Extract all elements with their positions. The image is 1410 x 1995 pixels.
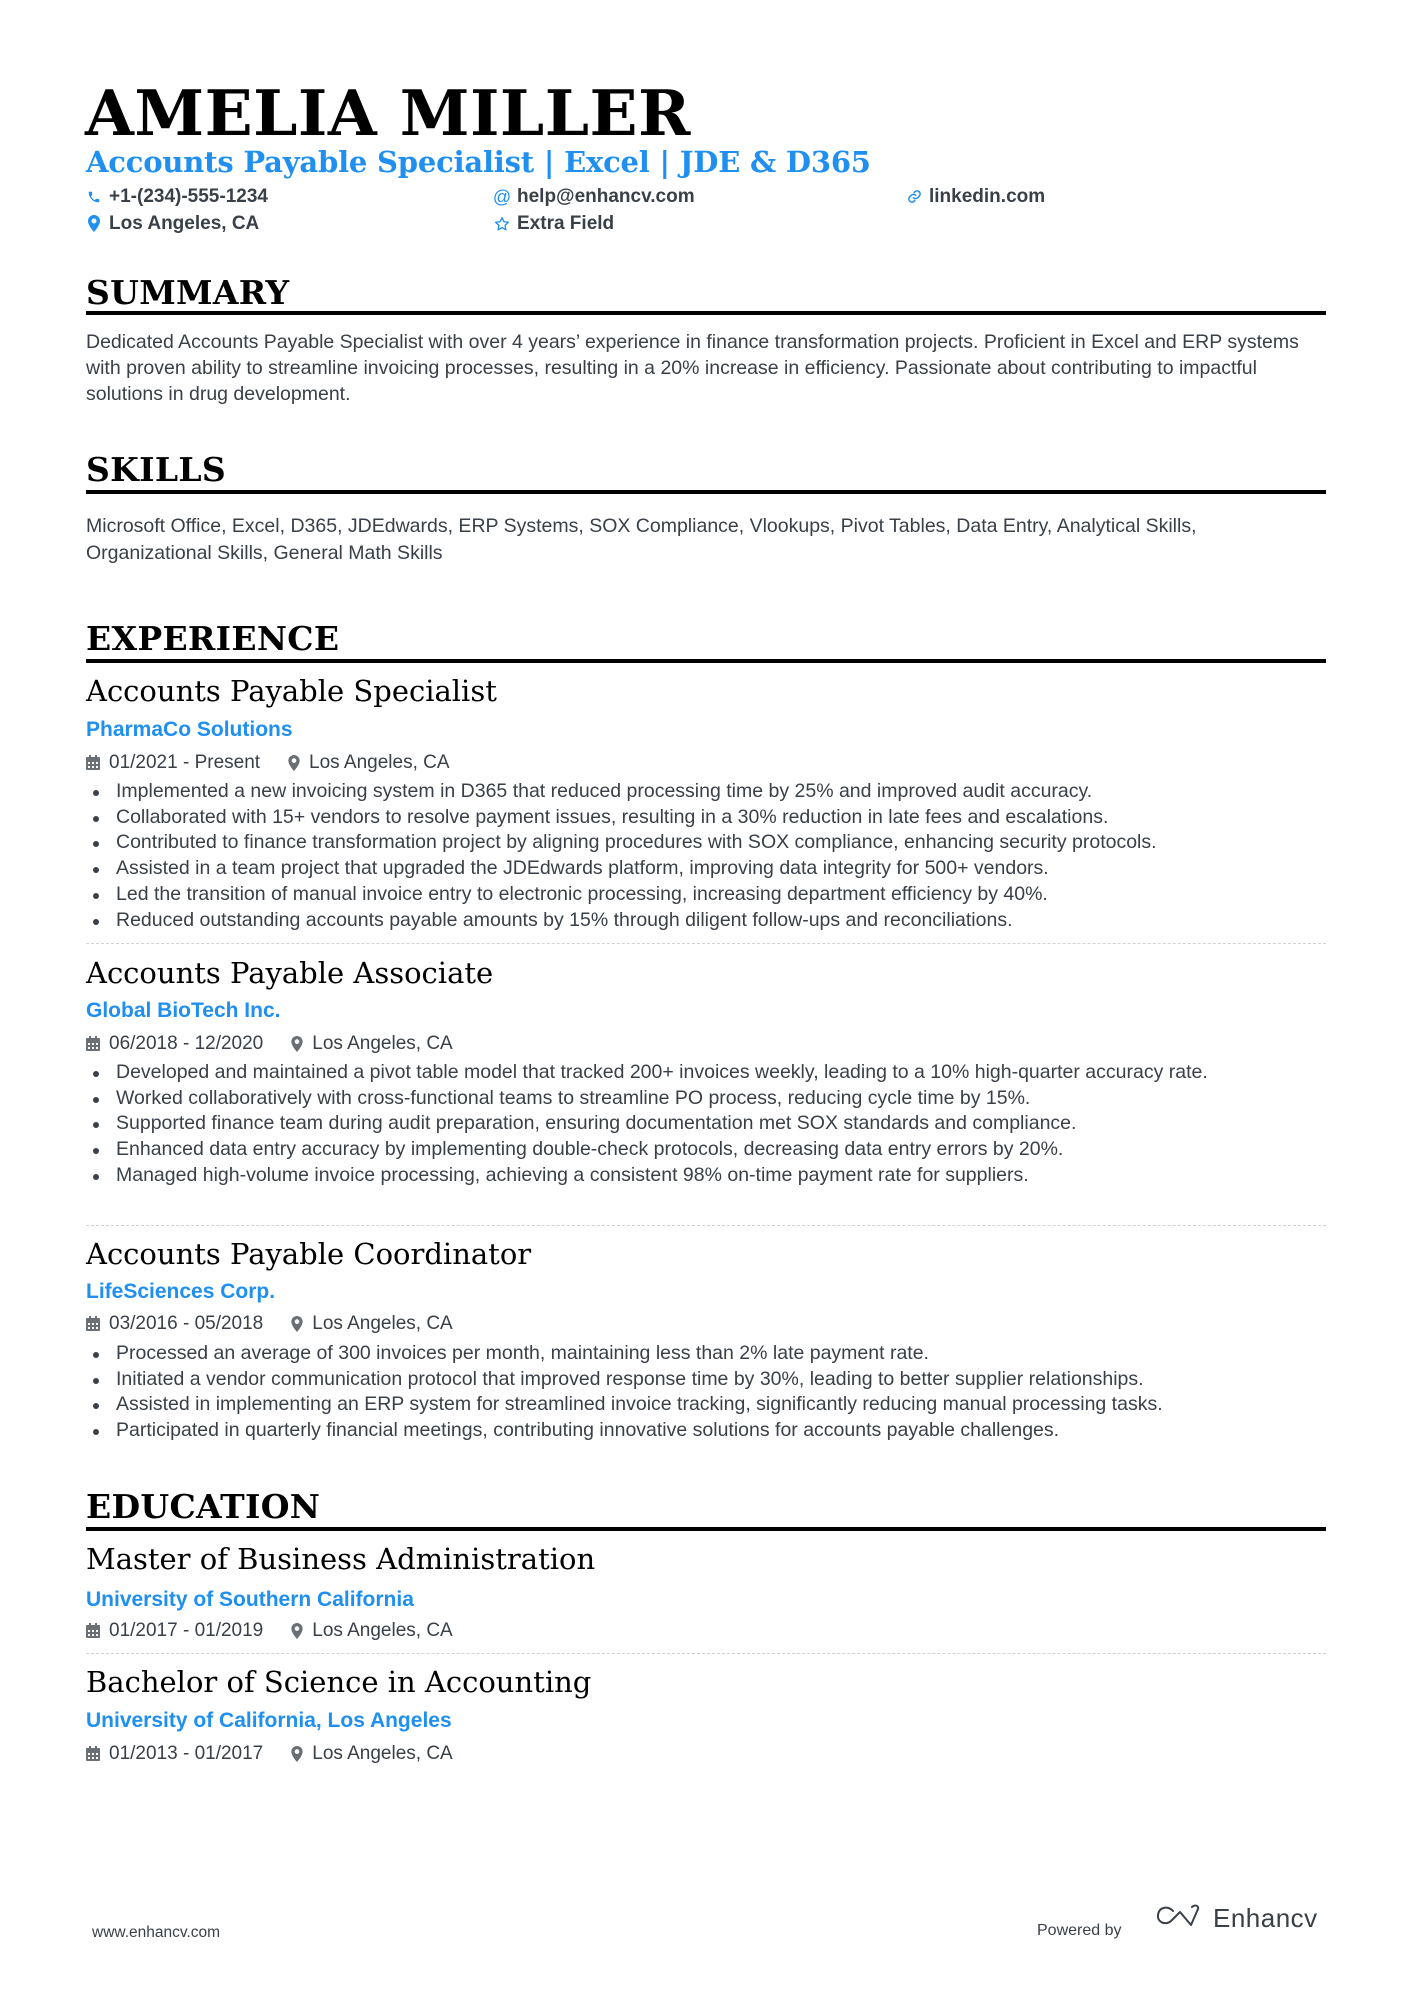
contact-phone[interactable]: +1-(234)-555-1234	[86, 187, 268, 206]
contact-linkedin-text: linkedin.com	[929, 186, 1046, 207]
job-location: Los Angeles, CA	[309, 752, 450, 773]
school-name: University of Southern California	[86, 1588, 414, 1611]
job-location: Los Angeles, CA	[312, 1033, 453, 1054]
job-location: Los Angeles, CA	[312, 1313, 453, 1334]
job-title: Accounts Payable Associate	[86, 956, 494, 990]
bullet-item: Assisted in implementing an ERP system f…	[86, 1392, 1336, 1418]
calendar-icon	[86, 1623, 100, 1638]
contact-extra-text: Extra Field	[517, 213, 615, 234]
bullet-item: Worked collaboratively with cross-functi…	[86, 1086, 1331, 1112]
job-meta: 06/2018 - 12/2020 Los Angeles, CA	[86, 1034, 453, 1053]
contact-email-text: help@enhancv.com	[517, 186, 695, 207]
education-meta: 01/2017 - 01/2019 Los Angeles, CA	[86, 1621, 453, 1640]
job-dates: 03/2016 - 05/2018	[109, 1313, 264, 1334]
degree-title: Master of Business Administration	[86, 1542, 596, 1576]
calendar-icon	[86, 755, 100, 770]
bullet-item: Collaborated with 15+ vendors to resolve…	[86, 805, 1336, 831]
contact-email[interactable]: @ help@enhancv.com	[492, 186, 695, 207]
star-icon	[494, 215, 510, 233]
education-meta: 01/2013 - 01/2017 Los Angeles, CA	[86, 1744, 453, 1763]
enhancv-logo[interactable]: Enhancv	[1155, 1903, 1318, 1934]
education-location: Los Angeles, CA	[312, 1743, 453, 1764]
job-title: Accounts Payable Coordinator	[86, 1237, 532, 1271]
section-heading-summary: SUMMARY	[86, 273, 290, 312]
phone-icon	[86, 188, 102, 206]
company-name: PharmaCo Solutions	[86, 718, 293, 741]
section-divider	[86, 1527, 1326, 1531]
degree-title: Bachelor of Science in Accounting	[86, 1665, 592, 1699]
location-pin-icon	[291, 1745, 303, 1762]
job-meta: 01/2021 - Present Los Angeles, CA	[86, 753, 450, 772]
education-location: Los Angeles, CA	[312, 1620, 453, 1641]
bullet-item: Supported finance team during audit prep…	[86, 1111, 1331, 1137]
company-name: LifeSciences Corp.	[86, 1280, 276, 1303]
section-heading-education: EDUCATION	[86, 1487, 321, 1526]
bullet-item: Processed an average of 300 invoices per…	[86, 1341, 1336, 1367]
location-pin-icon	[291, 1622, 303, 1639]
bullet-item: Initiated a vendor communication protoco…	[86, 1367, 1336, 1393]
footer-website-link[interactable]: www.enhancv.com	[92, 1924, 220, 1942]
job-title: Accounts Payable Specialist	[86, 674, 497, 708]
contact-extra: Extra Field	[494, 214, 614, 233]
company-name: Global BioTech Inc.	[86, 999, 281, 1022]
location-pin-icon	[291, 1315, 303, 1332]
education-dates: 01/2013 - 01/2017	[109, 1743, 264, 1764]
contact-location: Los Angeles, CA	[86, 214, 259, 233]
school-name: University of California, Los Angeles	[86, 1709, 452, 1732]
contact-location-text: Los Angeles, CA	[109, 213, 260, 234]
location-pin-icon	[288, 754, 300, 771]
job-bullets: Implemented a new invoicing system in D3…	[86, 779, 1336, 933]
candidate-headline: Accounts Payable Specialist | Excel | JD…	[86, 145, 871, 179]
calendar-icon	[86, 1746, 100, 1761]
bullet-item: Developed and maintained a pivot table m…	[86, 1060, 1331, 1086]
bullet-item: Enhanced data entry accuracy by implemen…	[86, 1137, 1331, 1163]
section-divider	[86, 311, 1326, 315]
contact-linkedin[interactable]: linkedin.com	[906, 187, 1045, 206]
section-heading-experience: EXPERIENCE	[86, 619, 340, 658]
bullet-item: Reduced outstanding accounts payable amo…	[86, 908, 1336, 934]
bullet-item: Led the transition of manual invoice ent…	[86, 882, 1336, 908]
at-icon: @	[492, 186, 512, 207]
bullet-item: Assisted in a team project that upgraded…	[86, 856, 1336, 882]
location-pin-icon	[86, 215, 102, 233]
link-icon	[906, 188, 922, 206]
skills-text: Microsoft Office, Excel, D365, JDEdwards…	[86, 515, 1197, 564]
enhancv-logo-text: Enhancv	[1213, 1903, 1318, 1933]
section-heading-skills: SKILLS	[86, 450, 226, 489]
job-bullets: Developed and maintained a pivot table m…	[86, 1060, 1331, 1189]
entry-separator	[86, 1653, 1326, 1654]
job-dates: 06/2018 - 12/2020	[109, 1033, 264, 1054]
location-pin-icon	[291, 1035, 303, 1052]
powered-by-label: Powered by	[1037, 1922, 1122, 1939]
contact-phone-text: +1-(234)-555-1234	[109, 186, 268, 207]
education-dates: 01/2017 - 01/2019	[109, 1620, 264, 1641]
enhancv-logo-icon	[1155, 1903, 1201, 1934]
summary-text: Dedicated Accounts Payable Specialist wi…	[86, 331, 1299, 405]
section-divider	[86, 490, 1326, 494]
bullet-item: Participated in quarterly financial meet…	[86, 1418, 1336, 1444]
section-divider	[86, 659, 1326, 663]
calendar-icon	[86, 1036, 100, 1051]
job-dates: 01/2021 - Present	[109, 752, 261, 773]
bullet-item: Managed high-volume invoice processing, …	[86, 1163, 1331, 1189]
bullet-item: Implemented a new invoicing system in D3…	[86, 779, 1336, 805]
candidate-name: AMELIA MILLER	[85, 76, 691, 150]
entry-separator	[86, 1225, 1326, 1226]
job-bullets: Processed an average of 300 invoices per…	[86, 1341, 1336, 1444]
bullet-item: Contributed to finance transformation pr…	[86, 830, 1336, 856]
job-meta: 03/2016 - 05/2018 Los Angeles, CA	[86, 1314, 453, 1333]
calendar-icon	[86, 1316, 100, 1331]
entry-separator	[86, 943, 1326, 944]
